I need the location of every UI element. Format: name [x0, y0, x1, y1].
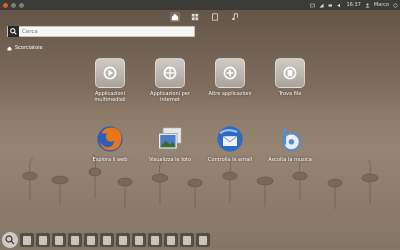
- tile-label: Applicazioni per internet: [150, 91, 190, 103]
- tile-label: Ascolta la musica: [268, 157, 312, 163]
- tile-label: Esplora il web: [92, 157, 128, 163]
- launcher-item[interactable]: [52, 233, 66, 247]
- lens-files[interactable]: [210, 12, 220, 22]
- launcher-item[interactable]: [68, 233, 82, 247]
- tile-label: Altre applicazioni: [208, 91, 252, 97]
- tile-label: Trova file: [278, 91, 302, 97]
- maximize-window-button[interactable]: [19, 2, 24, 8]
- dash-search-icon: [5, 235, 15, 245]
- home-icon: [7, 46, 12, 50]
- launcher-item[interactable]: [148, 233, 162, 247]
- tile-multimedia-apps[interactable]: Applicazioni multimediali: [82, 58, 138, 103]
- tile-more-apps[interactable]: Altre applicazioni: [202, 58, 258, 97]
- photos-icon: [155, 124, 185, 154]
- lens-home[interactable]: [170, 11, 180, 22]
- tile-label: Applicazioni multimediali: [94, 91, 126, 103]
- files-icon: [212, 12, 218, 21]
- username[interactable]: Marco: [374, 2, 389, 8]
- firefox-icon: [95, 124, 125, 154]
- dash-overlay: [0, 0, 400, 250]
- search-input[interactable]: [22, 28, 192, 35]
- lens-bar: [160, 10, 250, 23]
- dash-home-button[interactable]: [2, 232, 18, 248]
- multimedia-lens-icon: [95, 58, 125, 88]
- volume-icon[interactable]: [337, 3, 342, 8]
- applications-icon: [191, 13, 199, 20]
- launcher-item[interactable]: [20, 233, 34, 247]
- tile-check-email[interactable]: Controlla le email: [202, 124, 258, 163]
- lens-music[interactable]: [230, 12, 240, 22]
- banshee-icon: [275, 124, 305, 154]
- more-apps-lens-icon: [215, 58, 245, 88]
- user-icon[interactable]: [365, 3, 370, 8]
- tile-label: Controlla le email: [208, 157, 252, 163]
- mail-icon[interactable]: [310, 3, 316, 8]
- music-icon: [232, 12, 238, 20]
- lens-applications[interactable]: [190, 12, 200, 22]
- search-icon: [8, 26, 19, 37]
- top-panel: 16:37 Marco: [0, 0, 400, 10]
- launcher-item[interactable]: [100, 233, 114, 247]
- network-icon[interactable]: [319, 3, 324, 8]
- minimize-window-button[interactable]: [11, 2, 16, 8]
- thunderbird-icon: [215, 124, 245, 154]
- internet-lens-icon: [155, 58, 185, 88]
- tile-find-files[interactable]: Trova file: [262, 58, 318, 97]
- launcher-item[interactable]: [196, 233, 210, 247]
- tile-internet-apps[interactable]: Applicazioni per internet: [142, 58, 198, 103]
- power-icon[interactable]: [393, 3, 398, 8]
- launcher-item[interactable]: [132, 233, 146, 247]
- tile-view-photos[interactable]: Visualizza le foto: [142, 124, 198, 163]
- launcher-item[interactable]: [84, 233, 98, 247]
- system-tray: 16:37 Marco: [310, 0, 398, 10]
- tile-label: Visualizza le foto: [148, 157, 192, 163]
- tile-listen-music[interactable]: Ascolta la musica: [262, 124, 318, 163]
- tile-browse-web[interactable]: Esplora il web: [82, 124, 138, 163]
- search-box[interactable]: [7, 26, 195, 37]
- section-label: Scorciatoie: [15, 45, 43, 51]
- close-window-button[interactable]: [3, 2, 8, 8]
- battery-icon[interactable]: [328, 3, 333, 8]
- clock[interactable]: 16:37: [346, 2, 360, 8]
- home-icon: [171, 13, 179, 20]
- launcher-item[interactable]: [180, 233, 194, 247]
- launcher: [0, 230, 400, 250]
- launcher-item[interactable]: [36, 233, 50, 247]
- find-files-lens-icon: [275, 58, 305, 88]
- section-header: Scorciatoie: [7, 45, 43, 51]
- launcher-item[interactable]: [116, 233, 130, 247]
- launcher-item[interactable]: [164, 233, 178, 247]
